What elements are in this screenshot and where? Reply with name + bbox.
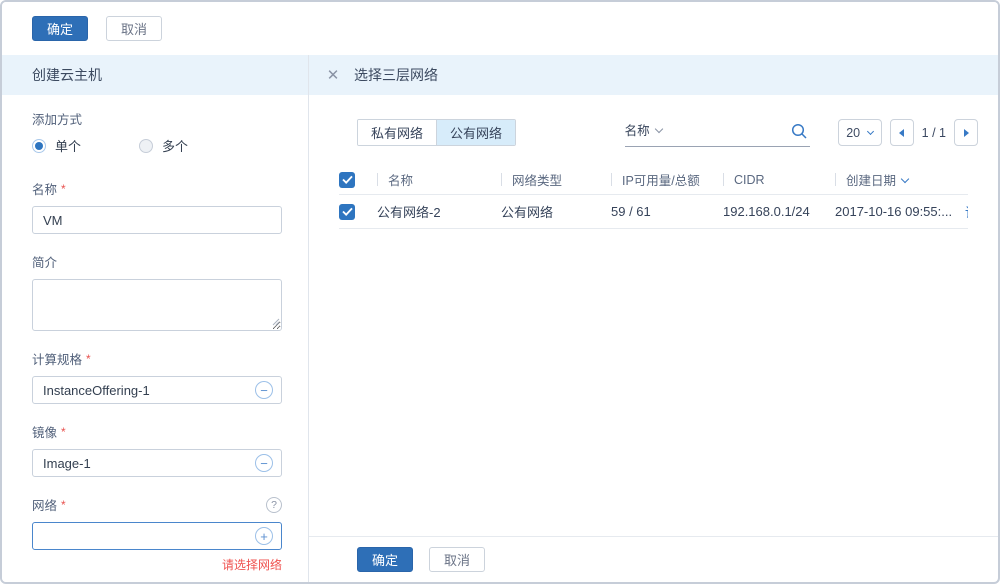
required-asterisk: * — [61, 498, 66, 512]
column-header-cidr[interactable]: CIDR — [734, 173, 765, 187]
name-field-group: 名称 * — [32, 179, 281, 234]
cell-created: 2017-10-16 09:55:... — [835, 204, 952, 219]
search-input[interactable]: 名称 — [625, 119, 810, 147]
offering-select[interactable]: InstanceOffering-1 − — [32, 376, 282, 404]
radio-single[interactable]: 单个 — [32, 136, 81, 155]
network-type-tabs: 私有网络 公有网络 — [357, 119, 516, 146]
main-area: 创建云主机 添加方式 单个 多个 — [2, 55, 998, 582]
page-indicator: 1 / 1 — [922, 126, 946, 140]
select-all-checkbox[interactable] — [339, 172, 355, 188]
add-mode-radio-group: 单个 多个 — [32, 136, 281, 155]
description-field-group: 简介 — [32, 252, 281, 331]
search-field-selector[interactable]: 名称 — [625, 120, 662, 139]
chevron-down-icon — [867, 128, 874, 135]
image-select[interactable]: Image-1 − — [32, 449, 282, 477]
network-help-icon[interactable]: ? — [266, 497, 282, 513]
image-field-group: 镜像 * Image-1 − — [32, 422, 281, 477]
offering-field-group: 计算规格 * InstanceOffering-1 − — [32, 349, 281, 404]
network-label: 网络 * — [32, 495, 66, 514]
chevron-down-icon — [654, 124, 662, 132]
table-header-row: 名称 网络类型 IP可用量/总额 CIDR 创建日期 — [339, 165, 968, 195]
network-panel-footer: 确定 取消 — [309, 536, 998, 582]
cell-ip: 59 / 61 — [611, 204, 651, 219]
cell-cidr: 192.168.0.1/24 — [723, 204, 810, 219]
column-divider — [501, 173, 502, 186]
radio-multiple[interactable]: 多个 — [139, 136, 188, 155]
row-checkbox[interactable] — [339, 204, 355, 220]
page-size-dropdown[interactable]: 20 — [838, 119, 882, 146]
create-vm-form: 添加方式 单个 多个 名称 * — [2, 95, 308, 582]
add-mode-label: 添加方式 — [32, 109, 281, 128]
footer-cancel-button[interactable]: 取消 — [429, 547, 485, 572]
column-header-type[interactable]: 网络类型 — [512, 170, 562, 189]
network-error-message: 请选择网络 — [32, 556, 282, 573]
cell-name: 公有网络-2 — [377, 202, 441, 221]
radio-single-dot[interactable] — [32, 139, 46, 153]
top-confirm-button[interactable]: 确定 — [32, 16, 88, 41]
sort-caret-icon[interactable] — [901, 174, 909, 182]
required-asterisk: * — [86, 352, 91, 366]
column-divider — [377, 173, 378, 186]
remove-offering-icon[interactable]: − — [255, 381, 273, 399]
next-page-button[interactable] — [954, 119, 978, 146]
add-network-icon[interactable]: + — [255, 527, 273, 545]
required-asterisk: * — [61, 182, 66, 196]
description-textarea[interactable] — [32, 279, 282, 331]
image-value: Image-1 — [43, 456, 255, 471]
offering-value: InstanceOffering-1 — [43, 383, 255, 398]
top-action-bar: 确定 取消 — [2, 2, 998, 55]
radio-multiple-label: 多个 — [162, 136, 188, 155]
cell-type: 公有网络 — [501, 202, 553, 221]
table-empty-space — [309, 229, 998, 536]
pagination: 20 1 / 1 — [838, 119, 978, 146]
prev-page-button[interactable] — [890, 119, 914, 146]
column-divider — [835, 173, 836, 186]
image-label: 镜像 * — [32, 422, 281, 441]
radio-single-label: 单个 — [55, 136, 81, 155]
network-toolbar: 私有网络 公有网络 名称 — [357, 119, 978, 147]
right-panel-header: ✕ 选择三层网络 — [309, 55, 998, 95]
radio-multiple-dot[interactable] — [139, 139, 153, 153]
column-header-name[interactable]: 名称 — [388, 170, 413, 189]
name-input[interactable] — [32, 206, 282, 234]
name-label: 名称 * — [32, 179, 281, 198]
tab-public-network[interactable]: 公有网络 — [436, 120, 515, 145]
create-vm-dialog: 确定 取消 创建云主机 添加方式 单个 多个 — [0, 0, 1000, 584]
column-header-ip[interactable]: IP可用量/总额 — [622, 170, 700, 189]
network-table: 名称 网络类型 IP可用量/总额 CIDR 创建日期 公有网络-2 公有网络 — [339, 165, 968, 229]
right-panel-title: 选择三层网络 — [354, 65, 438, 85]
network-field-group: 网络 * ? + 请选择网络 — [32, 495, 281, 573]
column-divider — [723, 173, 724, 186]
close-icon[interactable]: ✕ — [325, 66, 341, 84]
detail-link[interactable]: 详情 — [965, 202, 968, 221]
table-row[interactable]: 公有网络-2 公有网络 59 / 61 192.168.0.1/24 2017-… — [339, 195, 968, 229]
offering-label: 计算规格 * — [32, 349, 281, 368]
arrow-left-icon — [899, 129, 904, 137]
left-panel-title: 创建云主机 — [32, 65, 102, 85]
column-header-created[interactable]: 创建日期 — [846, 170, 896, 189]
search-icon[interactable] — [791, 123, 808, 143]
arrow-right-icon — [964, 129, 969, 137]
left-panel-header: 创建云主机 — [2, 55, 308, 95]
column-divider — [611, 173, 612, 186]
network-select[interactable]: + — [32, 522, 282, 550]
footer-confirm-button[interactable]: 确定 — [357, 547, 413, 572]
description-label: 简介 — [32, 252, 281, 271]
select-network-panel: ✕ 选择三层网络 私有网络 公有网络 名称 — [309, 55, 998, 582]
tab-private-network[interactable]: 私有网络 — [358, 120, 436, 145]
remove-image-icon[interactable]: − — [255, 454, 273, 472]
create-vm-panel: 创建云主机 添加方式 单个 多个 — [2, 55, 309, 582]
top-cancel-button[interactable]: 取消 — [106, 16, 162, 41]
required-asterisk: * — [61, 425, 66, 439]
